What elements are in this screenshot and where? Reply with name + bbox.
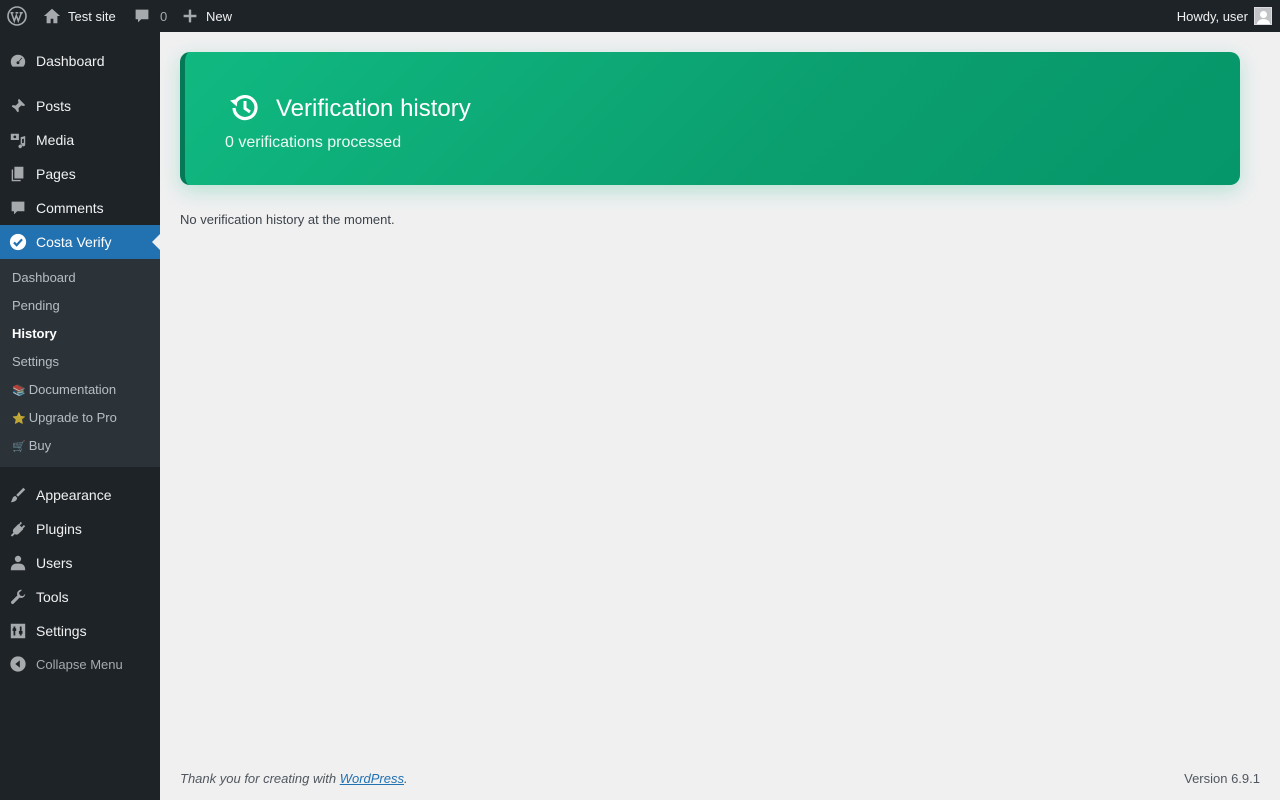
user-icon xyxy=(0,546,36,580)
page-title: Verification history xyxy=(276,95,471,122)
settings-sliders-icon xyxy=(0,614,36,648)
history-header-card: Verification history 0 verifications pro… xyxy=(180,52,1240,185)
submenu-label: Documentation xyxy=(28,382,117,397)
comment-bubble-icon xyxy=(0,191,36,225)
menu-dashboard[interactable]: Dashboard xyxy=(0,44,160,78)
collapse-menu-button[interactable]: Collapse Menu xyxy=(0,652,160,676)
collapse-arrow-icon xyxy=(0,655,36,673)
empty-state-message: No verification history at the moment. xyxy=(180,212,395,227)
wordpress-link[interactable]: WordPress xyxy=(340,771,404,786)
home-icon xyxy=(42,6,62,26)
submenu-dashboard[interactable]: Dashboard xyxy=(12,268,76,288)
submenu-upgrade[interactable]: ⭐ Upgrade to Pro xyxy=(12,408,117,428)
menu-users[interactable]: Users xyxy=(0,546,160,580)
footer-thanks: Thank you for creating with WordPress. xyxy=(180,771,408,786)
menu-label: Plugins xyxy=(36,521,82,537)
user-account-menu[interactable]: Howdy, user xyxy=(1177,0,1272,32)
wordpress-logo-icon xyxy=(7,6,27,26)
wordpress-logo-menu[interactable] xyxy=(7,0,27,32)
version-text: Version 6.9.1 xyxy=(1184,771,1260,786)
admin-footer: Thank you for creating with WordPress. V… xyxy=(180,771,1260,786)
history-clock-icon xyxy=(227,90,263,126)
howdy-text: Howdy, user xyxy=(1176,8,1248,24)
plus-icon xyxy=(180,6,200,26)
collapse-label: Collapse Menu xyxy=(36,656,123,672)
paintbrush-icon xyxy=(0,478,36,512)
books-icon: 📚 xyxy=(12,385,26,397)
submenu-label: Upgrade to Pro xyxy=(28,410,117,425)
menu-label: Dashboard xyxy=(36,53,105,69)
menu-label: Media xyxy=(36,132,75,148)
admin-sidebar: Dashboard Posts Media Pages Comments Cos… xyxy=(0,32,160,800)
menu-label: Comments xyxy=(36,200,104,216)
menu-comments[interactable]: Comments xyxy=(0,191,160,225)
comment-bubble-icon xyxy=(132,6,152,26)
submenu-settings[interactable]: Settings xyxy=(12,352,59,372)
menu-label: Users xyxy=(36,555,73,571)
submenu-pending[interactable]: Pending xyxy=(12,296,60,316)
comments-link[interactable]: 0 xyxy=(132,0,167,32)
avatar xyxy=(1254,7,1272,25)
new-label: New xyxy=(206,8,233,24)
submenu-buy[interactable]: 🛒 Buy xyxy=(12,436,51,456)
menu-costa-verify[interactable]: Costa Verify xyxy=(0,225,160,259)
menu-posts[interactable]: Posts xyxy=(0,89,160,123)
menu-label: Costa Verify xyxy=(36,234,112,250)
pushpin-icon xyxy=(0,89,36,123)
site-name: Test site xyxy=(68,8,116,24)
check-circle-icon xyxy=(0,225,36,259)
menu-label: Settings xyxy=(36,623,87,639)
menu-appearance[interactable]: Appearance xyxy=(0,478,160,512)
menu-settings[interactable]: Settings xyxy=(0,614,160,648)
menu-plugins[interactable]: Plugins xyxy=(0,512,160,546)
media-camera-icon xyxy=(0,123,36,157)
thanks-suffix: . xyxy=(404,771,408,786)
verification-count: 0 verifications processed xyxy=(225,134,402,151)
submenu-history[interactable]: History xyxy=(12,324,57,344)
menu-pages[interactable]: Pages xyxy=(0,157,160,191)
plug-icon xyxy=(0,512,36,546)
comments-count: 0 xyxy=(160,8,168,24)
menu-label: Posts xyxy=(36,98,72,114)
wrench-icon xyxy=(0,580,36,614)
admin-bar: Test site 0 New Howdy, user xyxy=(0,0,1280,32)
new-content-menu[interactable]: New xyxy=(180,0,232,32)
cart-icon: 🛒 xyxy=(12,441,26,453)
main-content: Verification history 0 verifications pro… xyxy=(160,32,1280,800)
menu-media[interactable]: Media xyxy=(0,123,160,157)
submenu-documentation[interactable]: 📚 Documentation xyxy=(12,380,116,400)
pages-icon xyxy=(0,157,36,191)
dashboard-gauge-icon xyxy=(0,44,36,78)
submenu-label: Buy xyxy=(28,438,52,453)
menu-label: Appearance xyxy=(36,487,112,503)
star-icon: ⭐ xyxy=(12,413,26,425)
menu-label: Tools xyxy=(36,589,69,605)
menu-tools[interactable]: Tools xyxy=(0,580,160,614)
costa-verify-submenu: Dashboard Pending History Settings 📚 Docu… xyxy=(0,259,160,467)
site-name-link[interactable]: Test site xyxy=(42,0,116,32)
menu-label: Pages xyxy=(36,166,76,182)
thanks-prefix: Thank you for creating with xyxy=(180,771,340,786)
